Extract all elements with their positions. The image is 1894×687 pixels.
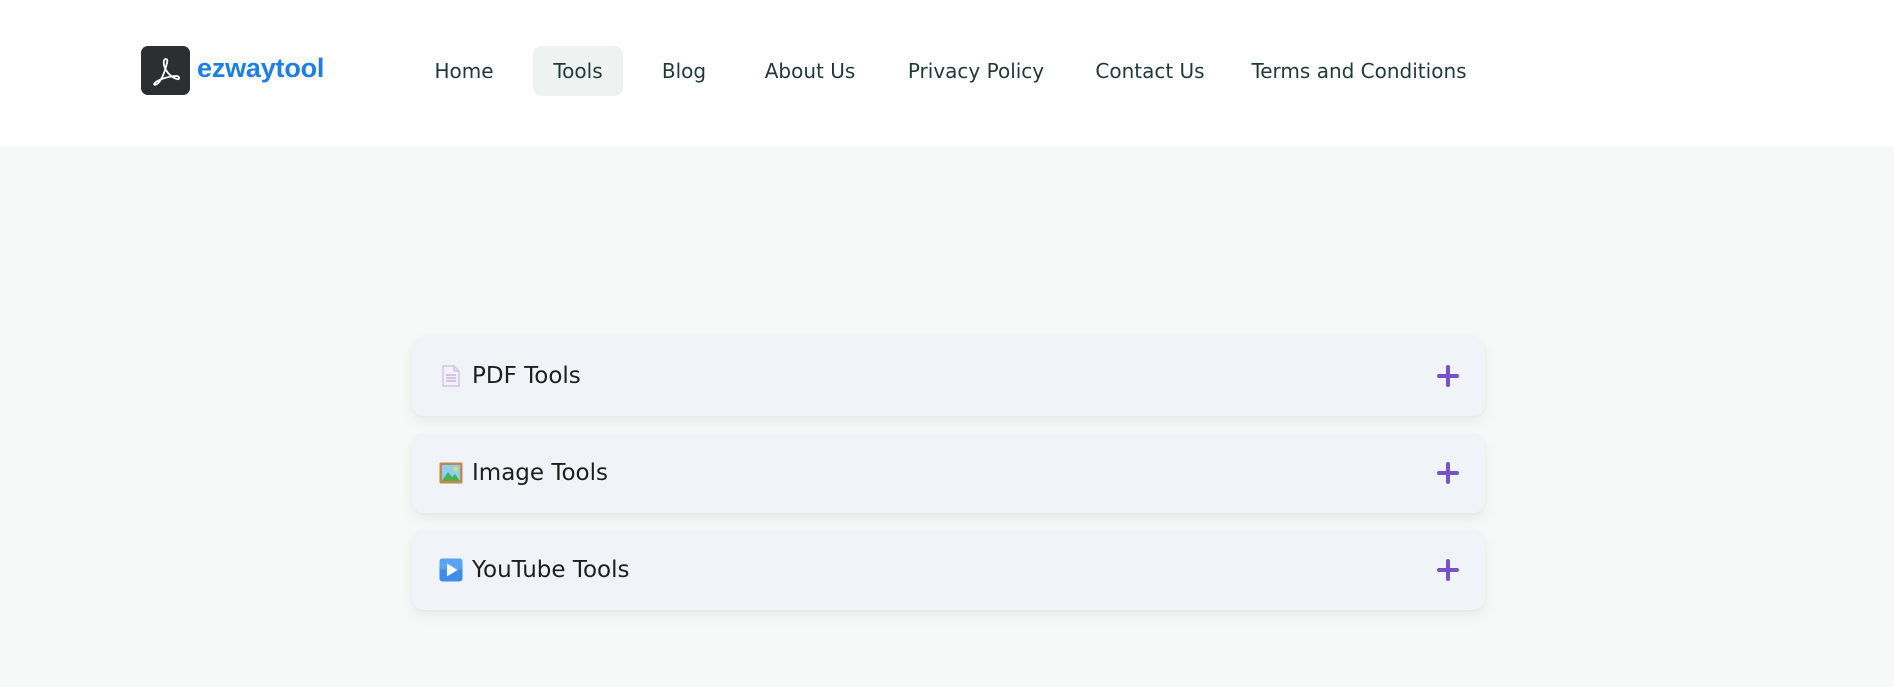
play-button-icon xyxy=(439,558,463,582)
nav-item-blog[interactable]: Blog xyxy=(648,46,720,96)
main-navigation: Home Tools Blog About Us Privacy Policy … xyxy=(0,46,1894,96)
plus-icon[interactable] xyxy=(1437,462,1459,484)
page-document-icon xyxy=(439,364,463,388)
accordion-pdf-tools[interactable]: PDF Tools xyxy=(412,336,1485,416)
nav-item-home[interactable]: Home xyxy=(424,46,504,96)
accordion-youtube-tools[interactable]: YouTube Tools xyxy=(412,530,1485,610)
plus-icon[interactable] xyxy=(1437,365,1459,387)
accordion-title: YouTube Tools xyxy=(472,557,630,583)
accordion-image-tools[interactable]: Image Tools xyxy=(412,433,1485,513)
nav-item-privacy-policy[interactable]: Privacy Policy xyxy=(900,46,1052,96)
accordion-title: PDF Tools xyxy=(472,363,581,389)
nav-item-tools[interactable]: Tools xyxy=(533,46,623,96)
framed-picture-icon xyxy=(439,461,463,485)
nav-item-contact-us[interactable]: Contact Us xyxy=(1088,46,1212,96)
accordion-title: Image Tools xyxy=(472,460,609,486)
plus-icon[interactable] xyxy=(1437,559,1459,581)
site-header: ezwaytool Home Tools Blog About Us Priva… xyxy=(0,0,1894,146)
nav-item-about-us[interactable]: About Us xyxy=(752,46,868,96)
nav-item-terms-and-conditions[interactable]: Terms and Conditions xyxy=(1250,46,1468,96)
